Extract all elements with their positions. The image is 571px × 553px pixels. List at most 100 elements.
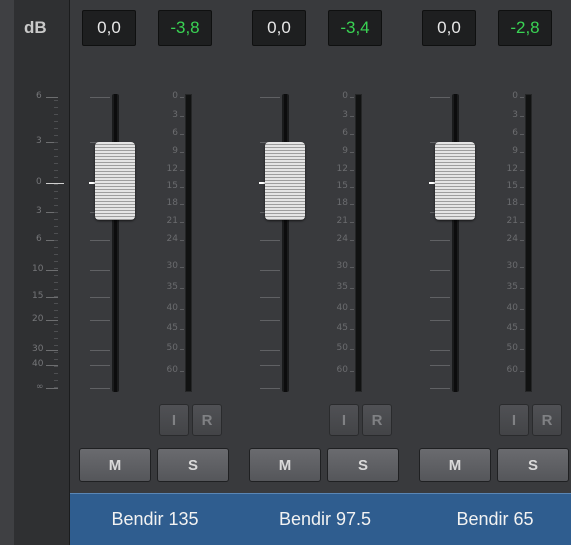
meter-scale-tick [180,187,184,188]
meter-scale-tick [180,134,184,135]
record-enable-button[interactable]: R [362,404,392,436]
meter-scale-tick [520,288,524,289]
record-enable-button[interactable]: R [532,404,562,436]
solo-button[interactable]: S [327,448,399,482]
db-scale-minor-tick [54,247,58,248]
meter-scale-tick [350,222,354,223]
meter-scale-mark: 6 [172,128,178,138]
input-monitor-button[interactable]: I [329,404,359,436]
channel-name[interactable]: Bendir 65 [410,493,571,545]
db-scale-minor-tick [54,212,58,213]
db-scale-minor-tick [54,303,58,304]
fader-scale-tick [260,297,280,298]
meter-scale-tick [180,240,184,241]
channel-name[interactable]: Bendir 135 [70,493,240,545]
db-scale-minor-tick [54,170,58,171]
meter-scale-mark: 3 [342,110,348,120]
peak-display[interactable]: -3,4 [328,10,382,46]
db-scale-minor-tick [54,219,58,220]
volume-fader-handle[interactable] [95,142,135,220]
fader-scale-tick [260,350,280,351]
meter-scale-tick [180,97,184,98]
meter-scale-tick [180,170,184,171]
meter-scale-tick [520,222,524,223]
db-scale-label: dB [24,18,47,37]
fader-scale-tick [260,240,280,241]
db-scale-minor-tick [54,107,58,108]
input-monitor-button[interactable]: I [499,404,529,436]
meter-scale-tick [350,152,354,153]
meter-scale-tick [350,371,354,372]
meter-scale-mark: 24 [166,234,178,244]
meter-scale-tick [350,204,354,205]
db-scale-mark: 6 [36,234,42,244]
fader-track[interactable] [452,94,459,392]
solo-button[interactable]: S [497,448,569,482]
meter-scale-mark: 30 [336,261,348,271]
meter-scale-tick [520,349,524,350]
meter-scale-tick [350,116,354,117]
mute-button[interactable]: M [419,448,491,482]
meter-scale-tick [180,152,184,153]
meter-scale-mark: 9 [342,146,348,156]
volume-fader-handle[interactable] [435,142,475,220]
volume-fader-handle[interactable] [265,142,305,220]
input-monitor-button[interactable]: I [159,404,189,436]
peak-display[interactable]: -2,8 [498,10,552,46]
meter-scale-tick [520,309,524,310]
db-scale-minor-tick [54,275,58,276]
meter-scale-tick [520,134,524,135]
meter-scale-mark: 21 [506,216,518,226]
db-scale-minor-tick [54,184,58,185]
db-scale-minor-tick [54,338,58,339]
record-enable-button[interactable]: R [192,404,222,436]
meter-scale-tick [520,187,524,188]
volume-display[interactable]: 0,0 [252,10,306,46]
meter-scale-tick [520,97,524,98]
fader-scale-tick [90,350,110,351]
peak-display[interactable]: -3,8 [158,10,212,46]
meter-scale-mark: 60 [166,365,178,375]
db-scale-minor-tick [54,261,58,262]
db-scale-tick [46,297,58,298]
mute-button[interactable]: M [249,448,321,482]
fader-scale-tick [90,240,110,241]
db-scale-minor-tick [54,149,58,150]
meter-scale-mark: 15 [166,181,178,191]
db-scale-mark: ∞ [36,382,44,392]
meter-scale-mark: 18 [336,198,348,208]
meter-scale-mark: 21 [166,216,178,226]
meter-scale-tick [350,288,354,289]
db-scale-minor-tick [54,268,58,269]
db-scale-minor-tick [54,373,58,374]
meter-scale-tick [520,240,524,241]
fader-scale-tick [430,297,450,298]
fader-scale-tick [90,297,110,298]
fader-track[interactable] [282,94,289,392]
meter-scale-mark: 15 [336,181,348,191]
mute-button[interactable]: M [79,448,151,482]
db-scale-mark: 0 [36,177,42,187]
solo-button[interactable]: S [157,448,229,482]
meter-scale-tick [180,371,184,372]
db-scale-mark: 10 [32,264,44,274]
fader-scale-tick [90,97,110,98]
fader-scale-tick [90,388,110,389]
meter-scale-mark: 50 [336,343,348,353]
meter-scale-mark: 0 [342,91,348,101]
volume-display[interactable]: 0,0 [422,10,476,46]
db-scale-tick [46,388,58,389]
meter-scale-tick [350,329,354,330]
volume-display[interactable]: 0,0 [82,10,136,46]
meter-scale-tick [350,97,354,98]
channel-name[interactable]: Bendir 97.5 [240,493,410,545]
meter-scale-mark: 6 [512,128,518,138]
channel-strip: 0,0 -3,8 0 3 6 9 12 15 18 21 24 30 35 40 45 50 60 I R … [70,0,241,553]
channel-strip: 0,0 -3,4 0 3 6 9 12 15 18 21 24 30 35 40 45 50 60 I R … [240,0,411,553]
db-scale-minor-tick [54,121,58,122]
meter-scale-mark: 35 [336,282,348,292]
db-scale-minor-tick [54,156,58,157]
meter-scale-mark: 50 [506,343,518,353]
meter-scale-mark: 12 [506,164,518,174]
fader-track[interactable] [112,94,119,392]
